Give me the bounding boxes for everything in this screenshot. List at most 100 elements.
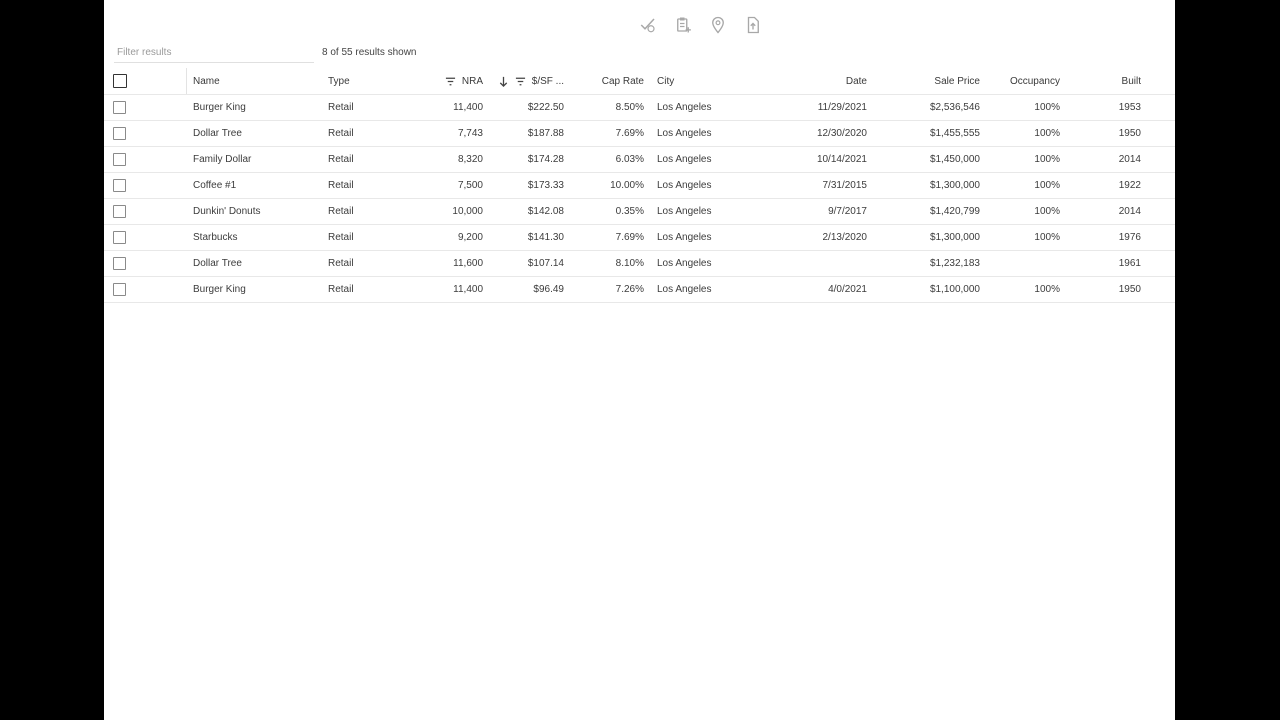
- cell-psf: $174.28: [527, 154, 564, 165]
- cell-built: 2014: [1118, 154, 1141, 165]
- column-header-type[interactable]: Type: [328, 68, 408, 94]
- table-row[interactable]: Burger King Retail 11,400 $96.49 7.26% Los An…: [104, 277, 1175, 303]
- column-header-built[interactable]: Built: [1084, 68, 1141, 94]
- cell-nra: 7,500: [457, 180, 483, 191]
- table-row[interactable]: Coffee #1 Retail 7,500 $173.33 10.00% Los Ang…: [104, 173, 1175, 199]
- cell-cap: 7.26%: [615, 284, 644, 295]
- cell-type: Retail: [328, 284, 354, 295]
- cell-date: [767, 251, 867, 276]
- cell-cap: 8.10%: [615, 258, 644, 269]
- cell-price: $1,455,555: [929, 128, 980, 139]
- cell-occ: 100%: [1034, 128, 1060, 139]
- column-header-nra-label: NRA: [461, 75, 483, 87]
- cell-psf: $142.08: [527, 206, 564, 217]
- cell-psf: $141.30: [527, 232, 564, 243]
- cell-built: 1976: [1118, 232, 1141, 243]
- row-select-cell: [113, 121, 127, 146]
- approve-button[interactable]: [638, 14, 658, 36]
- cell-occ: 100%: [1034, 206, 1060, 217]
- cell-nra: 8,320: [457, 154, 483, 165]
- cell-city: Los Angeles: [657, 284, 712, 295]
- cell-date: 9/7/2017: [828, 206, 867, 217]
- row-select-checkbox[interactable]: [113, 101, 126, 114]
- row-select-checkbox[interactable]: [113, 153, 126, 166]
- column-header-name[interactable]: Name: [193, 68, 323, 94]
- column-header-cap-rate[interactable]: Cap Rate: [574, 68, 644, 94]
- table-row[interactable]: Dollar Tree Retail 11,600 $107.14 8.10% Los A…: [104, 251, 1175, 277]
- column-header-psf[interactable]: $/SF ...: [494, 68, 564, 94]
- filter-icon[interactable]: [515, 76, 526, 87]
- cell-built: 1961: [1118, 258, 1141, 269]
- cell-city: Los Angeles: [657, 180, 712, 191]
- cell-cap: 7.69%: [615, 232, 644, 243]
- column-header-date[interactable]: Date: [767, 68, 867, 94]
- cell-date: 7/31/2015: [822, 180, 868, 191]
- column-header-sale-price-label: Sale Price: [934, 75, 980, 87]
- cell-date: 4/0/2021: [828, 284, 867, 295]
- cell-nra: 11,400: [453, 284, 483, 295]
- map-pin-icon: [712, 16, 724, 34]
- cell-nra: 9,200: [457, 232, 483, 243]
- results-panel: 8 of 55 results shown Name Type NRA: [104, 0, 1175, 720]
- table-row[interactable]: Burger King Retail 11,400 $222.50 8.50% Los A…: [104, 95, 1175, 121]
- row-select-checkbox[interactable]: [113, 179, 126, 192]
- column-header-nra[interactable]: NRA: [424, 68, 483, 94]
- results-table: Name Type NRA $/SF ... Cap Rate City Dat…: [104, 68, 1175, 303]
- cell-occ: 100%: [1034, 232, 1060, 243]
- row-select-checkbox[interactable]: [113, 231, 126, 244]
- sort-descending-arrow-icon[interactable]: [498, 76, 509, 87]
- cell-built: 1922: [1118, 180, 1141, 191]
- cell-occ: 100%: [1034, 284, 1060, 295]
- column-header-occupancy[interactable]: Occupancy: [994, 68, 1060, 94]
- row-select-cell: [113, 251, 127, 276]
- export-button[interactable]: [743, 14, 763, 36]
- row-select-cell: [113, 225, 127, 250]
- table-row[interactable]: Dunkin' Donuts Retail 10,000 $142.08 0.35% Lo…: [104, 199, 1175, 225]
- table-row[interactable]: Dollar Tree Retail 7,743 $187.88 7.69% Los An…: [104, 121, 1175, 147]
- cell-type: Retail: [328, 206, 354, 217]
- cell-type: Retail: [328, 258, 354, 269]
- row-select-cell: [113, 95, 127, 120]
- cell-psf: $107.14: [527, 258, 564, 269]
- cell-name: Dollar Tree: [193, 258, 242, 269]
- cell-date: 11/29/2021: [817, 102, 867, 113]
- cell-nra: 11,400: [453, 102, 483, 113]
- cell-name: Dunkin' Donuts: [193, 206, 261, 217]
- cell-nra: 11,600: [453, 258, 483, 269]
- cell-price: $1,100,000: [929, 284, 980, 295]
- row-select-checkbox[interactable]: [113, 205, 126, 218]
- filter-row: 8 of 55 results shown: [114, 42, 417, 63]
- row-select-checkbox[interactable]: [113, 127, 126, 140]
- approve-check-icon: [640, 18, 655, 33]
- column-header-date-label: Date: [845, 75, 867, 87]
- filter-results-input[interactable]: [114, 42, 314, 63]
- filter-icon[interactable]: [445, 76, 456, 87]
- row-select-checkbox[interactable]: [113, 257, 126, 270]
- map-button[interactable]: [708, 14, 728, 36]
- cell-city: Los Angeles: [657, 258, 712, 269]
- cell-date: 10/14/2021: [816, 154, 867, 165]
- cell-built: 1950: [1118, 128, 1141, 139]
- add-to-clipboard-button[interactable]: [673, 14, 693, 36]
- select-all-cell: [113, 68, 127, 94]
- cell-type: Retail: [328, 232, 354, 243]
- cell-name: Burger King: [193, 102, 246, 113]
- cell-name: Burger King: [193, 284, 246, 295]
- cell-city: Los Angeles: [657, 232, 712, 243]
- table-body: Burger King Retail 11,400 $222.50 8.50% Los A…: [104, 95, 1175, 303]
- column-header-type-label: Type: [328, 75, 350, 87]
- table-row[interactable]: Starbucks Retail 9,200 $141.30 7.69% Los Ange…: [104, 225, 1175, 251]
- cell-cap: 8.50%: [615, 102, 644, 113]
- column-header-city[interactable]: City: [657, 68, 767, 94]
- table-row[interactable]: Family Dollar Retail 8,320 $174.28 6.03% Los …: [104, 147, 1175, 173]
- cell-occ: 100%: [1034, 154, 1060, 165]
- results-count: 8 of 55 results shown: [322, 47, 417, 58]
- cell-price: $1,450,000: [929, 154, 980, 165]
- column-header-sale-price[interactable]: Sale Price: [904, 68, 980, 94]
- select-all-checkbox[interactable]: [113, 74, 127, 88]
- table-header-row: Name Type NRA $/SF ... Cap Rate City Dat…: [104, 68, 1175, 95]
- row-select-cell: [113, 147, 127, 172]
- cell-type: Retail: [328, 128, 354, 139]
- cell-name: Family Dollar: [193, 154, 252, 165]
- row-select-checkbox[interactable]: [113, 283, 126, 296]
